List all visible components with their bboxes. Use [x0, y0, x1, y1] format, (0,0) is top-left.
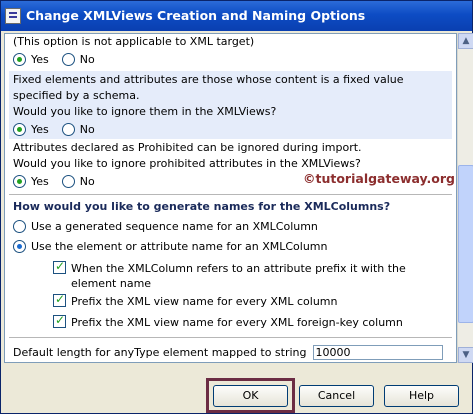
app-icon: [5, 8, 21, 24]
naming-option-element[interactable]: Use the element or attribute name for an…: [13, 240, 327, 253]
fixed-text-2: specified by a schema.: [13, 89, 140, 102]
radio-element-name[interactable]: [13, 240, 26, 253]
section-divider-2: [9, 337, 452, 338]
prohibited-text-2: Would you like to ignore prohibited attr…: [13, 157, 361, 170]
scroll-down-icon[interactable]: ▼: [458, 347, 473, 363]
fixed-text-1: Fixed elements and attributes are those …: [13, 73, 404, 86]
check-attribute-prefix-label: When the XMLColumn refers to an attribut…: [71, 262, 406, 290]
radio-q3-yes-label: Yes: [31, 175, 49, 188]
radio-group-q1: Yes No: [13, 53, 103, 66]
radio-q2-yes-label: Yes: [31, 123, 49, 136]
radio-q2-no-label: No: [79, 123, 95, 136]
note-text: (This option is not applicable to XML ta…: [13, 35, 255, 48]
radio-q1-yes-label: Yes: [31, 53, 49, 66]
check-view-prefix-column[interactable]: Prefix the XML view name for every XML c…: [53, 292, 433, 309]
options-scroll-panel[interactable]: (This option is not applicable to XML ta…: [4, 33, 457, 363]
radio-group-q2: Yes No: [13, 123, 103, 136]
scroll-thumb[interactable]: [458, 165, 473, 323]
radio-q1-no-label: No: [79, 53, 95, 66]
naming-option-sequence[interactable]: Use a generated sequence name for an XML…: [13, 220, 318, 233]
help-button[interactable]: Help: [384, 385, 459, 407]
radio-q1-no[interactable]: [61, 53, 75, 66]
section-divider: [9, 194, 452, 195]
default-length-input[interactable]: [312, 345, 443, 360]
vertical-scrollbar[interactable]: ▲ ▼: [457, 33, 473, 363]
radio-sequence-name[interactable]: [13, 220, 26, 233]
dialog-window: Change XMLViews Creation and Naming Opti…: [0, 0, 473, 414]
radio-group-q3: Yes No: [13, 175, 103, 188]
title-bar[interactable]: Change XMLViews Creation and Naming Opti…: [1, 1, 472, 31]
radio-sequence-label: Use a generated sequence name for an XML…: [31, 220, 318, 233]
scroll-up-icon[interactable]: ▲: [458, 33, 473, 49]
watermark: ©tutorialgateway.org: [303, 171, 455, 186]
fixed-text-3: Would you like to ignore them in the XML…: [13, 105, 277, 118]
default-length-label: Default length for anyType element mappe…: [13, 346, 307, 359]
default-length-row: Default length for anyType element mappe…: [13, 345, 443, 360]
window-title: Change XMLViews Creation and Naming Opti…: [26, 8, 366, 23]
checkbox-attribute-prefix[interactable]: [53, 259, 66, 274]
radio-element-label: Use the element or attribute name for an…: [31, 240, 328, 253]
radio-q3-no[interactable]: [61, 175, 75, 188]
cancel-button[interactable]: Cancel: [299, 385, 374, 407]
naming-heading: How would you like to generate names for…: [13, 200, 391, 213]
check-view-prefix-fk[interactable]: Prefix the XML view name for every XML f…: [53, 313, 443, 330]
radio-q2-no[interactable]: [61, 123, 75, 136]
prohibited-text-1: Attributes declared as Prohibited can be…: [13, 141, 362, 154]
radio-q1-yes[interactable]: [13, 53, 26, 66]
check-attribute-prefix[interactable]: When the XMLColumn refers to an attribut…: [53, 259, 413, 291]
check-view-prefix-column-label: Prefix the XML view name for every XML c…: [71, 295, 338, 308]
check-view-prefix-fk-label: Prefix the XML view name for every XML f…: [71, 316, 403, 329]
ok-button[interactable]: OK: [213, 385, 288, 407]
radio-q3-yes[interactable]: [13, 175, 26, 188]
radio-q3-no-label: No: [79, 175, 95, 188]
checkbox-view-prefix-fk[interactable]: [53, 313, 66, 328]
radio-q2-yes[interactable]: [13, 123, 26, 136]
checkbox-view-prefix-column[interactable]: [53, 292, 66, 307]
